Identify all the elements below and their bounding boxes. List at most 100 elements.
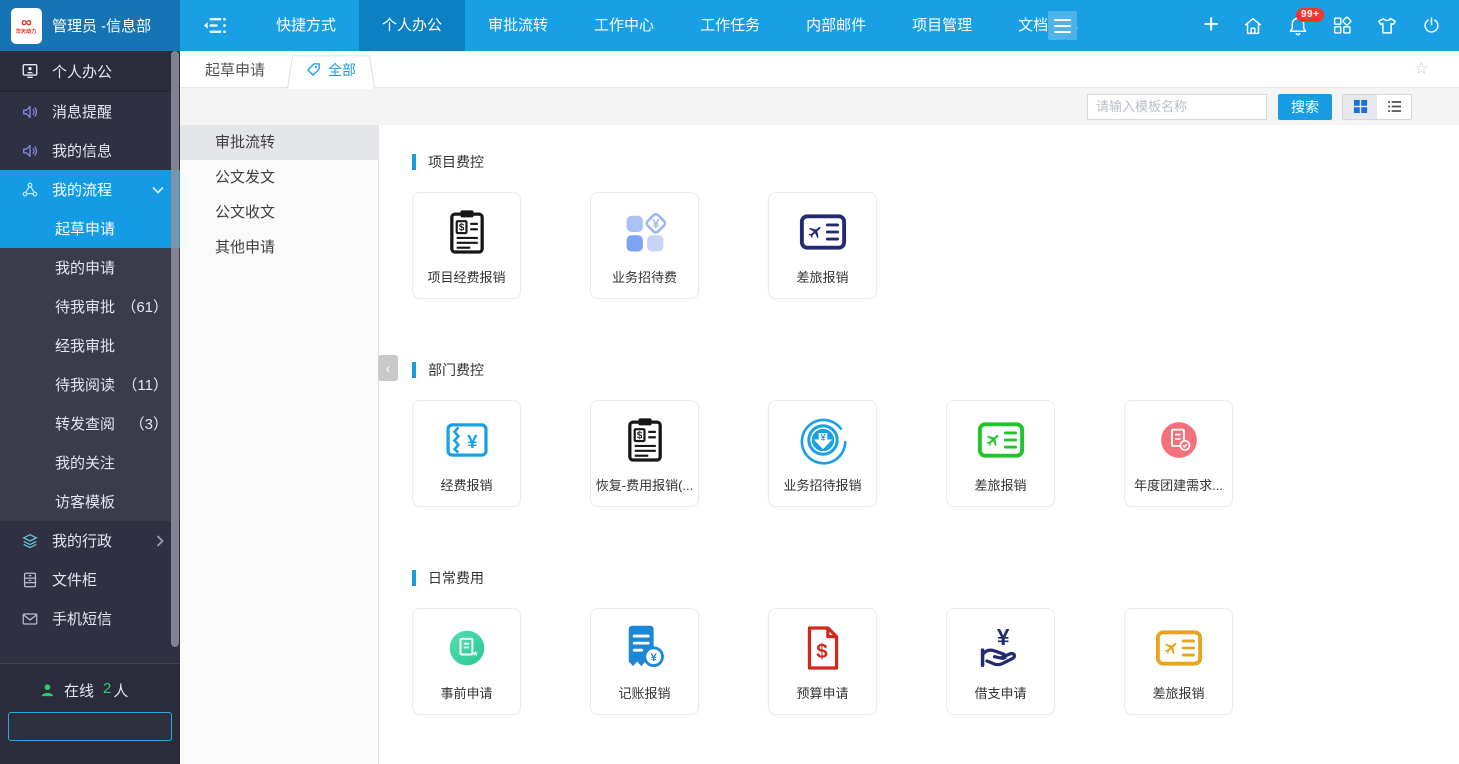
sidebar-search-input[interactable] xyxy=(9,719,201,734)
card-label: 预算申请 xyxy=(796,686,849,701)
sidebar-item-my-messages[interactable]: 我的信息 xyxy=(0,131,180,170)
content-area: 起草申请 全部 ☆ 搜索 审批流转 公文发文 公文收文 其他申请 xyxy=(180,51,1459,764)
sidebar-item-label: 我的关注 xyxy=(55,455,116,472)
card-label: 记账报销 xyxy=(618,686,671,701)
budget-doc-red-icon: $ xyxy=(807,626,838,670)
section-title: 项目费控 xyxy=(412,152,1459,172)
template-card[interactable]: ★ 事前申请 xyxy=(412,608,521,715)
sidebar-scrollbar[interactable] xyxy=(171,51,179,647)
sidebar-item-label: 个人办公 xyxy=(52,63,113,81)
sidebar-item-label: 访客模板 xyxy=(55,494,116,511)
template-card[interactable]: ¥ 业务招待费 xyxy=(590,192,699,299)
apps-grid-icon[interactable] xyxy=(1332,15,1353,36)
sidebar-item-label: 转发查阅 xyxy=(55,416,116,433)
sidebar-item-label: 我的申请 xyxy=(55,260,116,277)
template-card[interactable]: ¥ 借支申请 xyxy=(946,608,1055,715)
add-icon[interactable]: + xyxy=(1203,11,1219,38)
template-card[interactable]: ¥ 业务招待报销 xyxy=(768,400,877,507)
sidebar-subitem-draft-application[interactable]: 起草申请 xyxy=(0,209,180,248)
collapse-menu-icon[interactable] xyxy=(203,16,227,35)
section-title-text: 部门费控 xyxy=(428,362,484,378)
top-bar: ∞ 华天动力 管理员 -信息部 快捷方式 个人办公 审批流转 工作中心 工作任务… xyxy=(0,0,1459,51)
top-icon-cluster: + 99+ xyxy=(1203,0,1442,51)
panel-collapse-handle[interactable]: ‹ xyxy=(378,355,398,381)
category-official-incoming[interactable]: 公文收文 xyxy=(180,195,378,230)
category-official-outgoing[interactable]: 公文发文 xyxy=(180,160,378,195)
tag-icon xyxy=(307,63,320,76)
svg-text:¥: ¥ xyxy=(652,216,660,231)
nav-item-shortcuts[interactable]: 快捷方式 xyxy=(253,0,359,51)
sidebar-item-sms[interactable]: 手机短信 xyxy=(0,599,180,638)
clipboard-dollar-icon xyxy=(449,208,484,254)
body-row: 审批流转 公文发文 公文收文 其他申请 项目费控 项目经费报销 ¥ 业务招待费 … xyxy=(180,125,1459,764)
sidebar-subitem-forwarded-review[interactable]: 转发查阅 （3） xyxy=(0,404,180,443)
home-icon[interactable] xyxy=(1242,15,1264,37)
page-title: 起草申请 xyxy=(205,61,266,79)
template-card[interactable]: 差旅报销 xyxy=(1124,608,1233,715)
sidebar-subitem-my-follows[interactable]: 我的关注 xyxy=(0,443,180,482)
nav-item-project-mgmt[interactable]: 项目管理 xyxy=(889,0,995,51)
svg-text:¥: ¥ xyxy=(820,433,826,443)
tab-all[interactable]: 全部 xyxy=(287,51,375,88)
template-card[interactable]: 恢复-费用报销(... xyxy=(590,400,699,507)
hamburger-menu-icon[interactable] xyxy=(1048,11,1077,40)
category-other-applications[interactable]: 其他申请 xyxy=(180,230,378,265)
logout-power-icon[interactable] xyxy=(1421,15,1442,36)
logo-mark-icon: ∞ xyxy=(21,14,32,31)
favorite-star-icon[interactable]: ☆ xyxy=(1414,58,1429,80)
sidebar-item-my-workflows[interactable]: 我的流程 xyxy=(0,170,180,209)
brand-block: ∞ 华天动力 管理员 -信息部 xyxy=(0,0,180,51)
nav-item-work-center[interactable]: 工作中心 xyxy=(571,0,677,51)
card-label: 差旅报销 xyxy=(1152,686,1205,701)
template-card[interactable]: 项目经费报销 xyxy=(412,192,521,299)
template-search-input[interactable] xyxy=(1087,93,1267,120)
online-count: 2 xyxy=(103,679,112,697)
category-approval-flow[interactable]: 审批流转 xyxy=(180,125,378,160)
card-label: 借支申请 xyxy=(974,686,1027,701)
clipboard-dollar-icon xyxy=(627,416,662,462)
toolbar-strip: 搜索 xyxy=(180,88,1459,125)
sidebar-subitem-pending-my-reading[interactable]: 待我阅读 （11） xyxy=(0,365,180,404)
sidebar-item-message-alerts[interactable]: 消息提醒 xyxy=(0,92,180,131)
sidebar-subitem-my-applications[interactable]: 我的申请 xyxy=(0,248,180,287)
svg-text:$: $ xyxy=(816,640,828,663)
sidebar-item-label: 消息提醒 xyxy=(52,104,113,121)
list-view-icon[interactable] xyxy=(1377,95,1411,119)
search-button[interactable]: 搜索 xyxy=(1278,93,1332,120)
card-row: ★ 事前申请 ¥ 记账报销 $ 预算申请 ¥ 借支申请 差旅报销 xyxy=(412,608,1459,715)
section-title-text: 项目费控 xyxy=(428,154,484,170)
sidebar-subitem-approved-by-me[interactable]: 经我审批 xyxy=(0,326,180,365)
template-card[interactable]: $ 预算申请 xyxy=(768,608,877,715)
monitor-user-icon xyxy=(22,64,38,78)
receipt-yen-icon: ¥ xyxy=(628,625,664,667)
sidebar-item-label: 起草申请 xyxy=(55,221,116,238)
left-sidebar: 个人办公 消息提醒 我的信息 我的流程 起草申请 我的申请 待我审批 （61） … xyxy=(0,51,201,764)
template-card[interactable]: 差旅报销 xyxy=(768,192,877,299)
grid-view-icon[interactable] xyxy=(1343,94,1377,119)
template-card[interactable]: ¥ 记账报销 xyxy=(590,608,699,715)
sidebar-item-my-administration[interactable]: 我的行政 xyxy=(0,521,180,560)
template-card[interactable]: ¥ 经费报销 xyxy=(412,400,521,507)
svg-text:¥: ¥ xyxy=(650,652,657,664)
travel-ticket-green-icon xyxy=(977,422,1024,458)
nav-item-work-tasks[interactable]: 工作任务 xyxy=(677,0,783,51)
sidebar-item-label: 我的行政 xyxy=(52,533,113,550)
card-label: 经费报销 xyxy=(440,478,493,493)
section-project-expense: 项目费控 项目经费报销 ¥ 业务招待费 差旅报销 xyxy=(412,152,1459,299)
template-card[interactable]: 年度团建需求... xyxy=(1124,400,1233,507)
template-card[interactable]: 差旅报销 xyxy=(946,400,1055,507)
nav-item-approval-flow[interactable]: 审批流转 xyxy=(465,0,571,51)
sidebar-item-label: 手机短信 xyxy=(52,611,113,628)
nav-item-internal-mail[interactable]: 内部邮件 xyxy=(783,0,889,51)
notifications-bell-icon[interactable]: 99+ xyxy=(1287,7,1325,37)
sidebar-item-file-cabinet[interactable]: 文件柜 xyxy=(0,560,180,599)
nav-item-personal-office[interactable]: 个人办公 xyxy=(359,0,466,51)
theme-shirt-icon[interactable] xyxy=(1376,15,1398,37)
sidebar-item-personal-office[interactable]: 个人办公 xyxy=(0,51,180,92)
category-panel: 审批流转 公文发文 公文收文 其他申请 xyxy=(180,125,379,764)
speaker-icon xyxy=(23,105,38,118)
sidebar-subitem-visitor-templates[interactable]: 访客模板 xyxy=(0,482,180,521)
sidebar-subitem-pending-my-approval[interactable]: 待我审批 （61） xyxy=(0,287,180,326)
pending-reading-count: （11） xyxy=(122,377,168,394)
user-title: 管理员 -信息部 xyxy=(52,18,152,35)
